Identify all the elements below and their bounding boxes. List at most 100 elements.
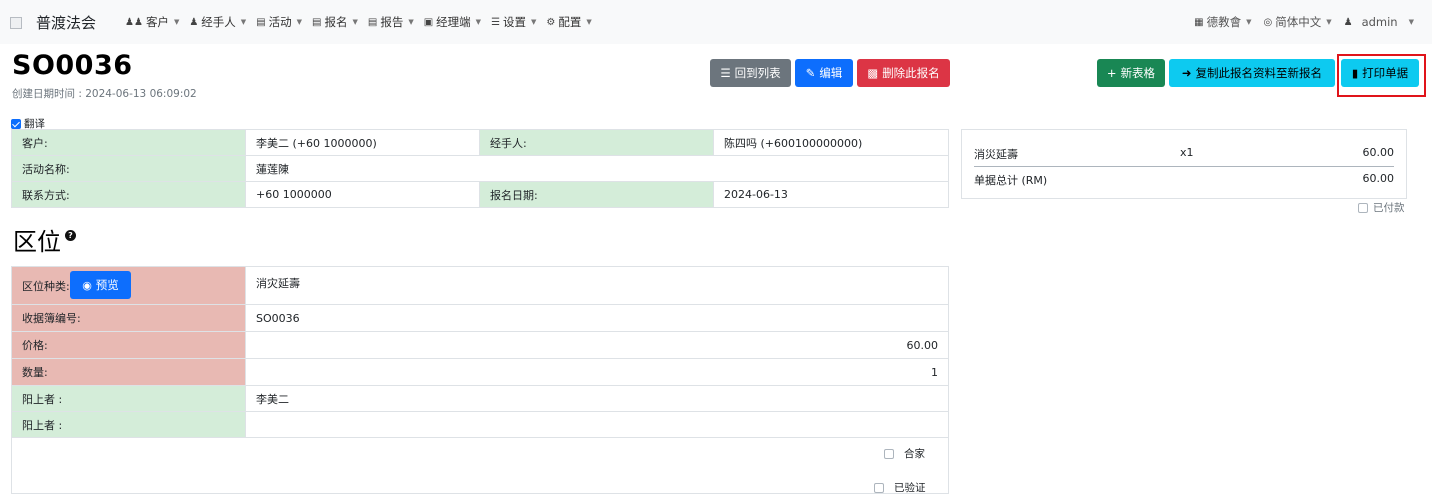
edit-icon: ✎ (805, 66, 816, 80)
price-value: 60.00 (245, 331, 949, 359)
paid-checkbox-row[interactable]: 已付款 (1358, 200, 1405, 215)
broken-logo-icon (10, 17, 22, 29)
customer-value: 李美二 (+60 1000000) (245, 129, 480, 156)
summary-total-label: 单据总计 (RM) (974, 174, 1048, 187)
menu-customers[interactable]: ♟♟ 客户 ▼ (125, 14, 179, 30)
family-checkbox-row[interactable]: 合家 (884, 446, 925, 461)
new-form-button[interactable]: + 新表格 (1097, 59, 1165, 87)
date-label: 报名日期: (479, 181, 714, 208)
table-row: 阳上者 : 李美二 (11, 385, 949, 412)
list-icon: ☰ (720, 66, 731, 80)
top-navbar: 普渡法会 ♟♟ 客户 ▼ ♟ 经手人 ▼ ▤ 活动 ▼ ▤ 报名 ▼ ▤ 报告 ▼ ▣ 经… (0, 0, 1432, 44)
activity-value: 蓮莲陳 (245, 155, 949, 182)
caret-down-icon: ▼ (240, 18, 247, 26)
handler-label: 经手人: (479, 129, 714, 156)
caret-down-icon: ▼ (296, 18, 303, 26)
caret-down-icon: ▼ (531, 18, 537, 26)
menu-registrations[interactable]: ▤ 报名 ▼ (312, 14, 358, 30)
living-person-value: 李美二 (245, 385, 949, 412)
help-icon[interactable]: ? (65, 230, 76, 241)
contact-label: 联系方式: (11, 181, 246, 208)
table-row: 客户: 李美二 (+60 1000000) 经手人: 陈四吗 (+6001000… (11, 129, 949, 156)
preview-button[interactable]: ◉ 预览 (70, 271, 131, 299)
translate-checkbox[interactable] (11, 118, 21, 129)
caret-down-icon: ▼ (1408, 18, 1414, 26)
copy-to-new-registration-button[interactable]: ➜ 复制此报名资料至新报名 (1169, 59, 1335, 87)
brand-name[interactable]: 普渡法会 (36, 12, 96, 33)
table-row: 数量: 1 (11, 358, 949, 386)
date-value: 2024-06-13 (713, 181, 949, 208)
verified-checkbox-row[interactable]: 已验证 (874, 480, 926, 495)
file-icon: ▤ (312, 16, 322, 28)
building-icon: ▦ (1194, 16, 1204, 28)
contact-value: +60 1000000 (245, 181, 480, 208)
customer-label: 客户: (11, 129, 246, 156)
summary-item-amount: 60.00 (1362, 146, 1395, 159)
menu-reports[interactable]: ▤ 报告 ▼ (368, 14, 414, 30)
slot-type-value: 消灾延壽 (245, 266, 949, 305)
caret-down-icon: ▼ (586, 18, 592, 26)
handler-value: 陈四吗 (+600100000000) (713, 129, 949, 156)
delete-registration-button[interactable]: ▩ 删除此报名 (857, 59, 950, 87)
menu-activities[interactable]: ▤ 活动 ▼ (256, 14, 302, 30)
summary-total-row: 单据总计 (RM) 60.00 (974, 172, 1394, 188)
caret-down-icon: ▼ (173, 18, 180, 26)
menu-language[interactable]: ◎ 简体中文 ▼ (1263, 14, 1331, 30)
print-button-highlight (1337, 54, 1426, 97)
verified-checkbox[interactable] (874, 482, 884, 493)
slot-table: 区位种类: 消灾延壽 收据簿编号: SO0036 价格: 60.00 数量: 1… (11, 266, 949, 438)
map-icon: ▤ (256, 16, 266, 28)
menu-config[interactable]: ⚙ 配置 ▼ (546, 14, 591, 30)
user-icon: ♟ (1343, 16, 1353, 28)
table-row: 联系方式: +60 1000000 报名日期: 2024-06-13 (11, 181, 949, 208)
activity-label: 活动名称: (11, 155, 246, 182)
right-menu: ▦ 德教會 ▼ ◎ 简体中文 ▼ ♟ admin ▼ (1194, 14, 1414, 30)
briefcase-icon: ▣ (423, 16, 434, 28)
living-person-label: 阳上者 : (11, 385, 246, 412)
table-row: 收据簿编号: SO0036 (11, 304, 949, 332)
created-datetime: 创建日期时间 : 2024-06-13 06:09:02 (12, 88, 197, 100)
table-row: 区位种类: 消灾延壽 (11, 266, 949, 305)
report-icon: ▤ (367, 16, 378, 28)
user-icon: ♟ (189, 16, 199, 28)
price-label: 价格: (11, 331, 246, 359)
globe-icon: ◎ (1263, 16, 1273, 28)
quantity-value: 1 (245, 358, 949, 386)
cog-icon: ⚙ (546, 16, 556, 28)
eye-icon: ◉ (82, 278, 92, 292)
living-person-value-2 (245, 411, 949, 438)
menu-organization[interactable]: ▦ 德教會 ▼ (1194, 14, 1251, 30)
summary-divider (974, 166, 1394, 167)
caret-down-icon: ▼ (475, 18, 482, 26)
receipt-book-value: SO0036 (245, 304, 949, 332)
receipt-summary-panel: 消災延壽 x1 60.00 单据总计 (RM) 60.00 (961, 129, 1407, 199)
family-checkbox[interactable] (884, 448, 894, 459)
table-row: 活动名称: 蓮莲陳 (11, 155, 949, 182)
receipt-book-label: 收据簿编号: (11, 304, 246, 332)
menu-manager[interactable]: ▣ 经理端 ▼ (424, 14, 481, 30)
registration-info-table: 客户: 李美二 (+60 1000000) 经手人: 陈四吗 (+6001000… (11, 129, 949, 208)
paid-checkbox[interactable] (1358, 202, 1368, 213)
menu-handlers[interactable]: ♟ 经手人 ▼ (189, 14, 246, 30)
back-to-list-button[interactable]: ☰ 回到列表 (710, 59, 791, 87)
summary-item-qty: x1 (1180, 146, 1194, 159)
edit-button[interactable]: ✎ 编辑 (795, 59, 853, 87)
users-icon: ♟♟ (125, 16, 143, 28)
plus-icon: + (1106, 66, 1117, 80)
caret-down-icon: ▼ (1326, 18, 1332, 26)
summary-total-amount: 60.00 (1362, 172, 1395, 185)
page-title: SO0036 (12, 50, 133, 81)
menu-settings[interactable]: ☰ 设置 ▼ (491, 14, 536, 30)
living-person-label-2: 阳上者 : (11, 411, 246, 438)
summary-item-name: 消災延壽 (974, 148, 1018, 161)
menu-user[interactable]: ♟ admin ▼ (1344, 14, 1414, 30)
sliders-icon: ☰ (491, 16, 501, 28)
main-menu: ♟♟ 客户 ▼ ♟ 经手人 ▼ ▤ 活动 ▼ ▤ 报名 ▼ ▤ 报告 ▼ ▣ 经理端 ▼ ☰… (125, 14, 592, 30)
sign-in-icon: ➜ (1181, 66, 1192, 80)
caret-down-icon: ▼ (352, 18, 358, 26)
quantity-label: 数量: (11, 358, 246, 386)
caret-down-icon: ▼ (1246, 18, 1252, 26)
caret-down-icon: ▼ (408, 18, 414, 26)
section-title: 区位 ? (13, 222, 76, 257)
table-row: 价格: 60.00 (11, 331, 949, 359)
